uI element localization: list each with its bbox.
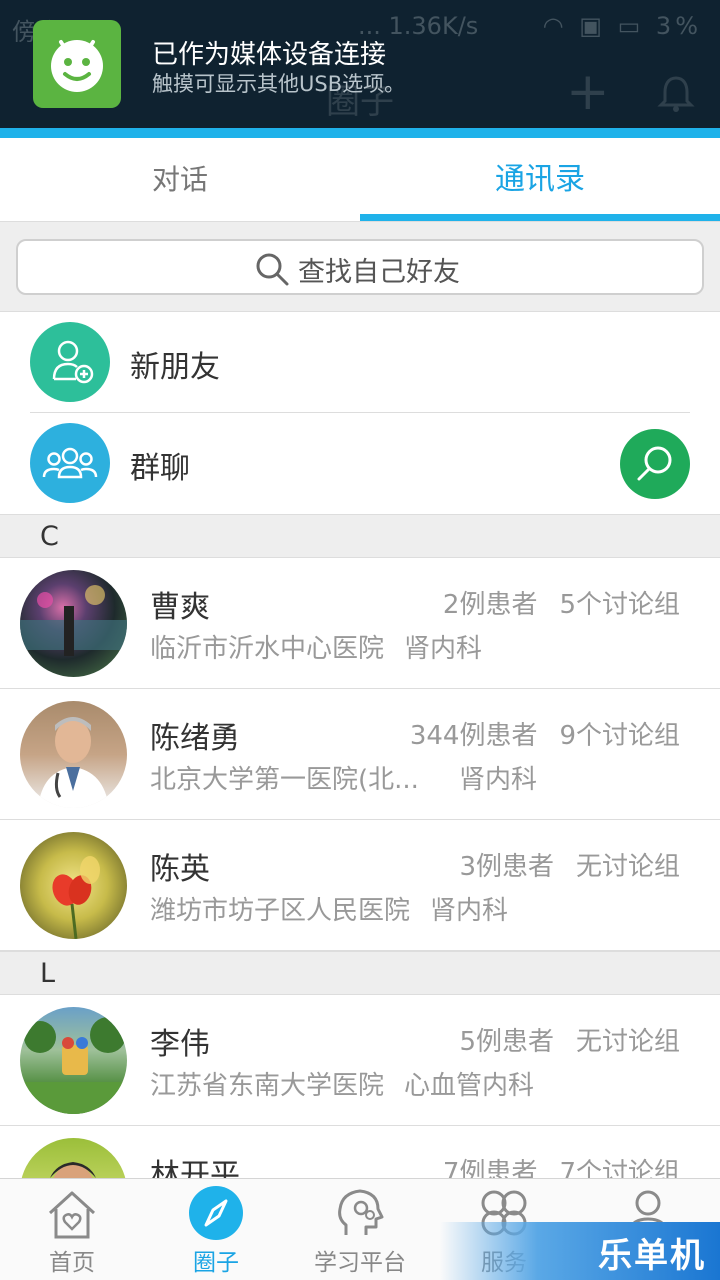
- group-count: 无讨论组: [575, 1027, 680, 1057]
- contact-hospital: 潍坊市坊子区人民医院 肾内科: [150, 890, 508, 927]
- new-friends-label: 新朋友: [130, 350, 220, 385]
- sim-icon: ▣: [579, 12, 606, 40]
- patient-count: 344例患者: [409, 721, 538, 751]
- contact-stats: 2例患者 5个讨论组: [443, 584, 680, 621]
- add-friend-icon: [30, 322, 110, 402]
- notification-subtitle: 触摸可显示其他USB选项。: [152, 72, 406, 96]
- department: 心血管内科: [404, 1071, 535, 1101]
- patient-count: 3例患者: [459, 852, 554, 882]
- contact-hospital: 江苏省东南大学医院 心血管内科: [150, 1065, 534, 1102]
- section-header-c: C: [0, 514, 720, 558]
- contact-row[interactable]: 曹爽 2例患者 5个讨论组 临沂市沂水中心医院 肾内科: [0, 558, 720, 689]
- floating-search-button[interactable]: [620, 429, 690, 499]
- section-header-l: L: [0, 951, 720, 995]
- search-input[interactable]: 查找自己好友: [16, 239, 704, 295]
- contact-row[interactable]: 李伟 5例患者 无讨论组 江苏省东南大学医院 心血管内科: [0, 995, 720, 1126]
- patient-count: 5例患者: [459, 1027, 554, 1057]
- contact-stats: 344例患者 9个讨论组: [410, 715, 680, 752]
- section-letter: L: [40, 958, 56, 989]
- watermark-banner: 乐单机: [440, 1222, 720, 1280]
- nav-label: 首页: [49, 1250, 95, 1276]
- hospital-name: 潍坊市坊子区人民医院: [150, 896, 411, 926]
- group-chat-row[interactable]: 群聊: [0, 413, 720, 513]
- search-area: 查找自己好友: [0, 222, 720, 312]
- avatar: [20, 701, 127, 808]
- tab-indicator: [360, 214, 720, 221]
- group-icon: [30, 423, 110, 503]
- tab-bar: 对话 通讯录: [0, 138, 720, 222]
- department: 肾内科: [404, 634, 483, 664]
- notification-shade[interactable]: 傍晚9:00 ... 1.36K/s ◠ ▣ ▭ 3% 圈子 + 已作为媒体设备…: [0, 0, 720, 130]
- home-icon: [48, 1191, 96, 1239]
- patient-count: 2例患者: [442, 590, 538, 620]
- contact-row[interactable]: 陈英 3例患者 无讨论组 潍坊市坊子区人民医院 肾内科: [0, 820, 720, 951]
- wifi-icon: ◠: [542, 12, 568, 40]
- search-placeholder: 查找自己好友: [298, 257, 460, 288]
- nav-label: 学习平台: [314, 1250, 406, 1276]
- hospital-name: 临沂市沂水中心医院: [150, 634, 385, 664]
- battery-icon: ▭: [617, 12, 645, 40]
- avatar: [20, 832, 127, 939]
- contact-stats: 3例患者 无讨论组: [459, 846, 680, 883]
- search-icon: [256, 253, 289, 286]
- hospital-name: 江苏省东南大学医院: [150, 1071, 385, 1101]
- contact-row[interactable]: 陈绪勇 344例患者 9个讨论组 北京大学第一医院(北... 肾内科: [0, 689, 720, 820]
- status-icons: ◠ ▣ ▭ 3%: [543, 12, 702, 40]
- section-letter: C: [40, 521, 59, 552]
- tab-conversations[interactable]: 对话: [0, 138, 360, 222]
- add-icon[interactable]: +: [566, 66, 610, 118]
- contact-hospital: 临沂市沂水中心医院 肾内科: [150, 628, 482, 665]
- search-icon: [637, 446, 672, 481]
- notification-title: 已作为媒体设备连接: [152, 40, 387, 70]
- avatar: [20, 1007, 127, 1114]
- learning-icon: [338, 1189, 384, 1235]
- contact-name: 李伟: [150, 1027, 210, 1062]
- contact-name: 曹爽: [150, 590, 210, 625]
- department: 肾内科: [458, 765, 537, 795]
- nav-label: 圈子: [193, 1250, 239, 1276]
- nav-home[interactable]: 首页: [0, 1179, 144, 1280]
- group-chat-label: 群聊: [130, 451, 190, 486]
- compass-icon: [189, 1186, 243, 1240]
- watermark-text: 乐单机: [598, 1236, 706, 1276]
- battery-percent: 3%: [655, 12, 702, 40]
- nav-learning[interactable]: 学习平台: [288, 1179, 432, 1280]
- bell-icon[interactable]: [656, 74, 696, 114]
- contact-name: 陈绪勇: [150, 721, 240, 756]
- contact-name: 陈英: [150, 852, 210, 887]
- group-count: 9个讨论组: [559, 721, 680, 751]
- nav-circle[interactable]: 圈子: [144, 1179, 288, 1280]
- avatar: [20, 570, 127, 677]
- group-count: 5个讨论组: [559, 590, 680, 620]
- new-friends-row[interactable]: 新朋友: [0, 312, 720, 412]
- tab-contacts[interactable]: 通讯录: [360, 138, 720, 222]
- group-count: 无讨论组: [575, 852, 680, 882]
- contact-hospital: 北京大学第一医院(北... 肾内科: [150, 759, 537, 796]
- header-accent-line: [0, 128, 720, 138]
- contact-stats: 5例患者 无讨论组: [459, 1021, 680, 1058]
- android-icon: [33, 20, 121, 108]
- hospital-name: 北京大学第一医院(北...: [150, 765, 419, 795]
- department: 肾内科: [430, 896, 509, 926]
